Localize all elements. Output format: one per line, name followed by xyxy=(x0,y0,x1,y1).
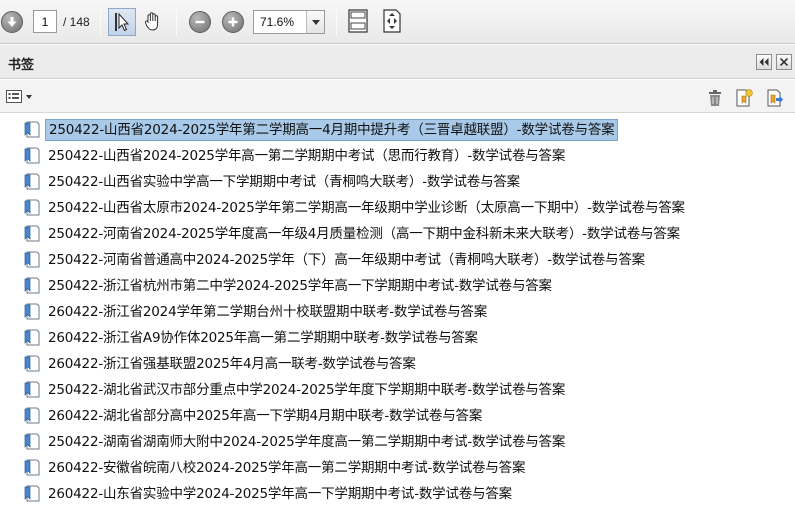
bookmarks-list: 250422-山西省2024-2025学年第二学期高一4月期中提升考（三晋卓越联… xyxy=(0,112,795,517)
chevron-down-icon xyxy=(26,95,32,99)
bookmark-label: 260422-浙江省2024学年第二学期台州十校联盟期中联考-数学试卷与答案 xyxy=(48,304,488,320)
bookmark-icon xyxy=(24,381,41,399)
bookmark-icon xyxy=(24,277,41,295)
new-bookmark-button[interactable] xyxy=(734,88,754,108)
toolbar-divider xyxy=(336,8,337,36)
bookmark-label: 250422-湖南省湖南师大附中2024-2025学年度高一第二学期期中考试-数… xyxy=(48,434,566,450)
bookmark-label: 250422-河南省2024-2025学年度高一年级4月质量检测（高一下期中金科… xyxy=(48,226,680,242)
bookmark-icon xyxy=(24,329,41,347)
new-bookmark-icon xyxy=(736,89,753,107)
bookmark-item[interactable]: 250422-山西省实验中学高一下学期期中考试（青桐鸣大联考）-数学试卷与答案 xyxy=(24,171,523,193)
panel-title: 书签 xyxy=(8,58,35,73)
expand-bookmark-button[interactable] xyxy=(765,88,785,108)
bookmark-item[interactable]: 250422-山西省2024-2025学年第二学期高一4月期中提升考（三晋卓越联… xyxy=(24,119,619,141)
bookmark-label: 250422-山西省太原市2024-2025学年第二学期高一年级期中学业诊断（太… xyxy=(48,200,685,216)
bookmark-item[interactable]: 260422-浙江省2024学年第二学期台州十校联盟期中联考-数学试卷与答案 xyxy=(24,301,490,323)
bookmarks-panel-header: 书签 xyxy=(0,45,795,79)
select-tool-button[interactable] xyxy=(108,8,136,36)
bookmark-icon xyxy=(24,173,41,191)
bookmark-item[interactable]: 260422-山东省实验中学2024-2025学年高一下学期期中考试-数学试卷与… xyxy=(24,483,515,505)
bookmark-icon xyxy=(24,147,41,165)
bookmark-icon xyxy=(24,199,41,217)
bookmarks-toolbar xyxy=(0,80,795,112)
next-page-button[interactable] xyxy=(0,10,24,34)
chevron-down-icon xyxy=(311,19,320,25)
bookmark-label: 250422-山西省实验中学高一下学期期中考试（青桐鸣大联考）-数学试卷与答案 xyxy=(48,174,520,190)
bookmark-item[interactable]: 260422-湖北省部分高中2025年高一下学期4月期中联考-数学试卷与答案 xyxy=(24,405,485,427)
bookmark-item[interactable]: 250422-山西省2024-2025学年高一第二学期期中考试（思而行教育）-数… xyxy=(24,145,568,167)
bookmark-icon xyxy=(24,485,41,503)
bookmark-icon xyxy=(24,225,41,243)
trash-icon xyxy=(709,90,721,106)
bookmark-arrow-icon xyxy=(767,89,783,107)
bookmark-label: 250422-山西省2024-2025学年第二学期高一4月期中提升考（三晋卓越联… xyxy=(45,119,619,141)
bookmark-item[interactable]: 260422-浙江省强基联盟2025年4月高一联考-数学试卷与答案 xyxy=(24,353,419,375)
double-chevron-left-icon xyxy=(759,58,769,66)
bookmark-icon xyxy=(24,433,41,451)
zoom-out-button[interactable] xyxy=(188,10,212,34)
bookmark-label: 260422-安徽省皖南八校2024-2025学年高一第二学期期中考试-数学试卷… xyxy=(48,460,526,476)
plus-icon xyxy=(222,11,244,33)
bookmark-label: 260422-湖北省部分高中2025年高一下学期4月期中联考-数学试卷与答案 xyxy=(48,408,483,424)
bookmark-label: 260422-山东省实验中学2024-2025学年高一下学期期中考试-数学试卷与… xyxy=(48,486,512,502)
bookmark-label: 250422-湖北省武汉市部分重点中学2024-2025学年度下学期期中联考-数… xyxy=(48,382,566,398)
bookmark-icon xyxy=(24,121,41,139)
bookmark-label: 250422-河南省普通高中2024-2025学年（下）高一年级期中考试（青桐鸣… xyxy=(48,252,645,268)
toolbar-divider xyxy=(176,8,177,36)
bookmark-item[interactable]: 250422-浙江省杭州市第二中学2024-2025学年高一下学期期中考试-数学… xyxy=(24,275,555,297)
bookmark-item[interactable]: 250422-湖南省湖南师大附中2024-2025学年度高一第二学期期中考试-数… xyxy=(24,431,568,453)
options-menu-button[interactable] xyxy=(6,88,32,106)
hand-icon xyxy=(144,12,159,31)
zoom-dropdown-button[interactable] xyxy=(306,11,324,33)
delete-bookmark-button[interactable] xyxy=(705,88,725,108)
fit-page-icon xyxy=(348,9,368,33)
bookmark-icon xyxy=(24,355,41,373)
bookmark-label: 260422-浙江省A9协作体2025年高一第二学期期中联考-数学试卷与答案 xyxy=(48,330,478,346)
zoom-in-button[interactable] xyxy=(221,10,245,34)
bookmark-label: 250422-浙江省杭州市第二中学2024-2025学年高一下学期期中考试-数学… xyxy=(48,278,552,294)
bookmark-item[interactable]: 260422-浙江省A9协作体2025年高一第二学期期中联考-数学试卷与答案 xyxy=(24,327,481,349)
minus-icon xyxy=(189,11,211,33)
bookmark-item[interactable]: 260422-安徽省皖南八校2024-2025学年高一第二学期期中考试-数学试卷… xyxy=(24,457,528,479)
zoom-level-value: 71.6% xyxy=(260,15,295,29)
fit-width-icon xyxy=(383,9,401,33)
close-icon xyxy=(780,58,788,66)
page-total-label: / 148 xyxy=(63,15,90,29)
fit-width-button[interactable] xyxy=(380,9,404,33)
cursor-arrow-icon xyxy=(115,12,130,32)
bookmark-icon xyxy=(24,459,41,477)
bookmark-icon xyxy=(24,303,41,321)
options-icon xyxy=(6,90,22,103)
bookmark-icon xyxy=(24,407,41,425)
bookmark-label: 250422-山西省2024-2025学年高一第二学期期中考试（思而行教育）-数… xyxy=(48,148,566,164)
toolbar-divider xyxy=(100,8,101,36)
hand-tool-button[interactable] xyxy=(141,9,165,33)
arrow-down-icon xyxy=(1,11,23,33)
bookmark-item[interactable]: 250422-山西省太原市2024-2025学年第二学期高一年级期中学业诊断（太… xyxy=(24,197,688,219)
close-panel-button[interactable] xyxy=(776,54,792,70)
bookmark-item[interactable]: 250422-河南省2024-2025学年度高一年级4月质量检测（高一下期中金科… xyxy=(24,223,683,245)
bookmark-label: 260422-浙江省强基联盟2025年4月高一联考-数学试卷与答案 xyxy=(48,356,416,372)
zoom-level-select[interactable]: 71.6% xyxy=(253,10,325,34)
collapse-panel-button[interactable] xyxy=(756,54,772,70)
bookmark-item[interactable]: 250422-湖北省武汉市部分重点中学2024-2025学年度下学期期中联考-数… xyxy=(24,379,568,401)
main-toolbar: / 148 71.6% xyxy=(0,0,795,44)
bookmark-icon xyxy=(24,251,41,269)
fit-page-button[interactable] xyxy=(346,9,370,33)
bookmark-item[interactable]: 250422-河南省普通高中2024-2025学年（下）高一年级期中考试（青桐鸣… xyxy=(24,249,648,271)
page-number-input[interactable] xyxy=(33,10,57,33)
